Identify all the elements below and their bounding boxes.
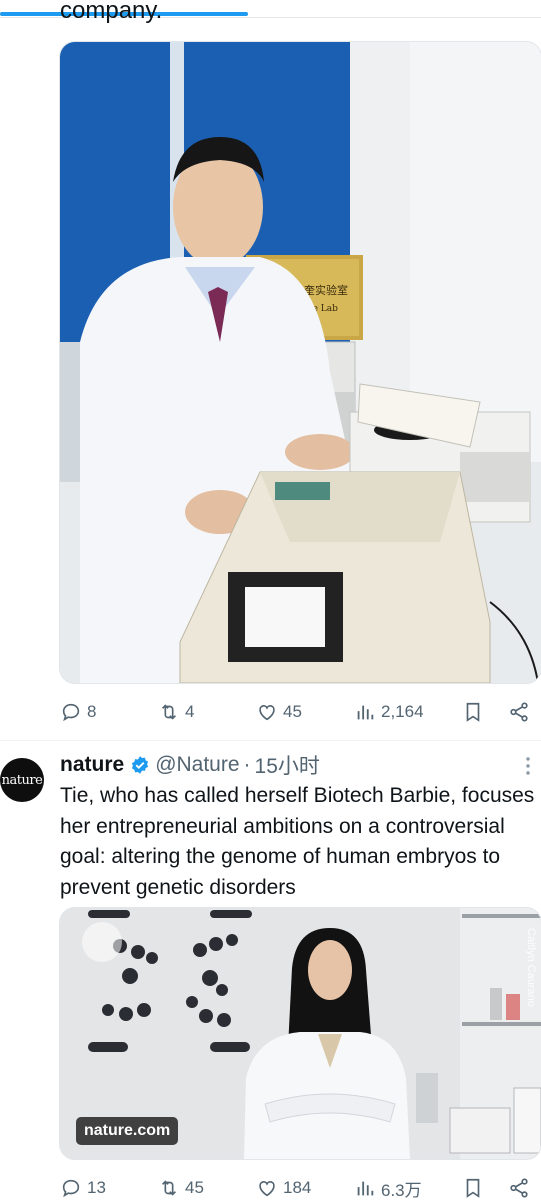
- views-count: 6.3万: [381, 1180, 422, 1200]
- views-button[interactable]: 2,164: [354, 701, 454, 723]
- share-icon: [510, 1178, 528, 1198]
- prev-tweet-secondary-actions: [462, 701, 530, 723]
- tweet-timestamp[interactable]: 15小时: [255, 750, 320, 780]
- tweet-text: Tie, who has called herself Biotech Barb…: [60, 784, 535, 899]
- repost-icon: [161, 1180, 177, 1196]
- bookmark-button[interactable]: [462, 1177, 484, 1199]
- like-count: 45: [283, 702, 302, 721]
- repost-count: 4: [185, 702, 195, 721]
- repost-count: 45: [185, 1178, 204, 1197]
- lab-photo-illustration: 北京贺建奎实验室 Jiankui He Lab: [60, 42, 541, 683]
- heart-icon: [259, 705, 275, 721]
- reply-button[interactable]: 13: [60, 1177, 158, 1199]
- prev-tweet-actions: 8 4 45 2,164: [60, 697, 530, 727]
- bookmark-button[interactable]: [462, 701, 484, 723]
- avatar[interactable]: nature: [0, 758, 44, 802]
- tweet-header: nature @Nature · 15小时: [60, 751, 320, 779]
- author-handle[interactable]: @Nature: [155, 753, 239, 777]
- header-separator: ·: [243, 753, 251, 776]
- bookmark-icon: [466, 1178, 480, 1198]
- views-button[interactable]: 6.3万: [354, 1176, 454, 1201]
- views-count: 2,164: [381, 702, 424, 721]
- share-button[interactable]: [508, 701, 530, 723]
- heart-icon: [259, 1181, 275, 1197]
- like-button[interactable]: 184: [256, 1177, 354, 1199]
- tweet-photo-lab[interactable]: 北京贺建奎实验室 Jiankui He Lab: [59, 41, 541, 684]
- verified-badge-icon: [132, 756, 149, 774]
- repost-button[interactable]: 45: [158, 1177, 256, 1199]
- share-button[interactable]: [508, 1177, 530, 1199]
- previous-tweet-tail-text: company.: [60, 0, 163, 24]
- author-name[interactable]: nature: [60, 753, 124, 777]
- reply-icon: [62, 703, 80, 722]
- more-options-icon[interactable]: [520, 756, 536, 776]
- avatar-label: nature: [1, 772, 43, 788]
- tweet-divider: [0, 740, 541, 741]
- views-icon: [357, 705, 374, 720]
- reply-count: 8: [87, 702, 97, 721]
- share-icon: [510, 702, 528, 722]
- link-card[interactable]: nature.com Caitlyn Caurano: [59, 907, 541, 1160]
- bookmark-icon: [466, 702, 480, 722]
- tweet-secondary-actions: [462, 1177, 530, 1199]
- views-icon: [357, 1181, 374, 1196]
- photo-credit: Caitlyn Caurano: [525, 928, 537, 1007]
- like-button[interactable]: 45: [256, 701, 354, 723]
- link-card-domain: nature.com: [76, 1117, 179, 1145]
- reply-icon: [62, 1179, 80, 1198]
- like-count: 184: [283, 1178, 312, 1197]
- repost-button[interactable]: 4: [158, 701, 256, 723]
- tweet-actions: 13 45 184 6.3万: [60, 1173, 530, 1203]
- reply-button[interactable]: 8: [60, 701, 158, 723]
- repost-icon: [161, 704, 177, 720]
- reply-count: 13: [87, 1178, 106, 1197]
